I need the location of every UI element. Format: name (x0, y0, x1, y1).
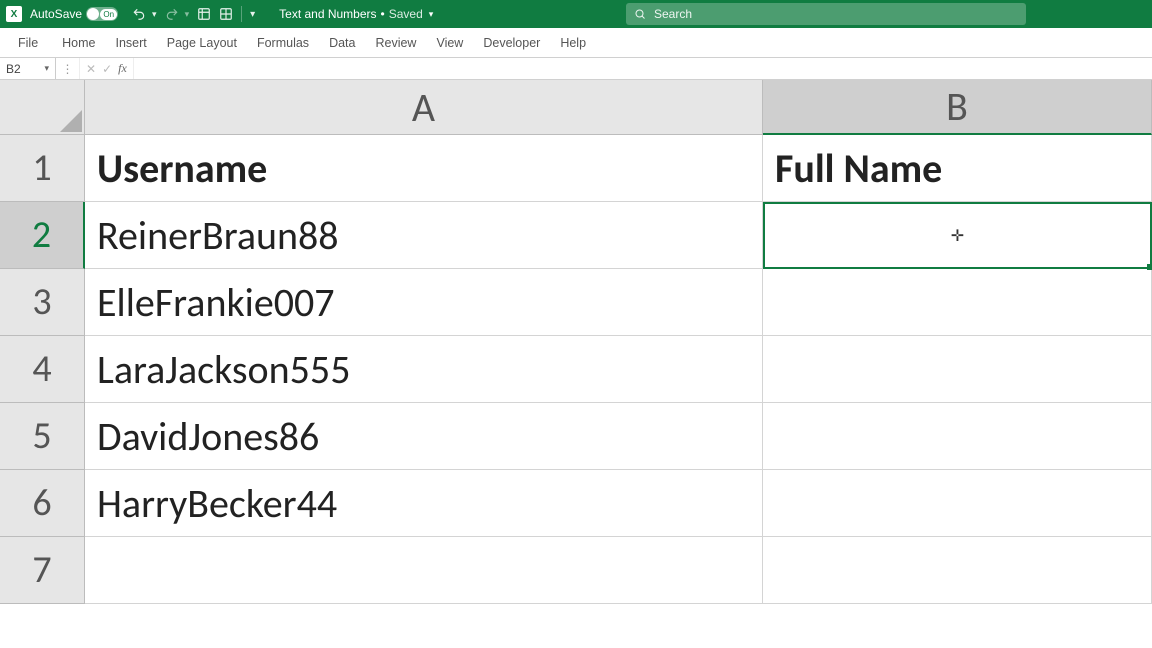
tab-formulas[interactable]: Formulas (247, 28, 319, 57)
qat-button-2[interactable] (219, 7, 233, 21)
qat-button-1[interactable] (197, 7, 211, 21)
column-headers: A B (0, 80, 1152, 135)
qat-customize[interactable]: ▾ (250, 9, 255, 20)
row-header-7[interactable]: 7 (0, 537, 85, 604)
redo-button[interactable] (165, 7, 179, 21)
cell-b7[interactable] (763, 537, 1152, 604)
bullet: • (381, 7, 385, 21)
titlebar: X AutoSave On ▾ ▾ ▾ Text and Numbers • S… (0, 0, 1152, 28)
row-5: 5 DavidJones86 (0, 403, 1152, 470)
cell-a3[interactable]: ElleFrankie007 (85, 269, 763, 336)
search-box[interactable]: Search (626, 3, 1026, 25)
row-4: 4 LaraJackson555 (0, 336, 1152, 403)
cell-b4[interactable] (763, 336, 1152, 403)
cell-a4[interactable]: LaraJackson555 (85, 336, 763, 403)
ribbon-tabs: File Home Insert Page Layout Formulas Da… (0, 28, 1152, 58)
cell-b2[interactable]: ✛ (763, 202, 1152, 269)
row-header-3[interactable]: 3 (0, 269, 85, 336)
cell-a1[interactable]: Username (85, 135, 763, 202)
tab-review[interactable]: Review (365, 28, 426, 57)
name-box-value: B2 (6, 62, 21, 76)
tab-home[interactable]: Home (52, 28, 105, 57)
filename: Text and Numbers (279, 7, 376, 21)
row-3: 3 ElleFrankie007 (0, 269, 1152, 336)
tab-developer[interactable]: Developer (473, 28, 550, 57)
formula-bar-controls: ✕ ✓ fx (80, 58, 134, 79)
cell-a6[interactable]: HarryBecker44 (85, 470, 763, 537)
cell-cursor-icon: ✛ (951, 226, 964, 246)
cell-b3[interactable] (763, 269, 1152, 336)
row-header-5[interactable]: 5 (0, 403, 85, 470)
cancel-icon[interactable]: ✕ (86, 62, 96, 76)
tab-file[interactable]: File (8, 28, 48, 57)
select-all-triangle[interactable] (0, 80, 85, 135)
cell-b5[interactable] (763, 403, 1152, 470)
filename-area[interactable]: Text and Numbers • Saved ▾ (279, 7, 433, 21)
column-header-a[interactable]: A (85, 80, 763, 135)
search-icon (634, 8, 646, 20)
cell-b1[interactable]: Full Name (763, 135, 1152, 202)
row-header-1[interactable]: 1 (0, 135, 85, 202)
filename-dropdown-icon: ▾ (429, 9, 434, 20)
tab-help[interactable]: Help (550, 28, 596, 57)
name-box[interactable]: B2 ▾ (0, 58, 56, 79)
name-box-dropdown-icon: ▾ (44, 63, 49, 74)
save-status: Saved (389, 7, 423, 21)
cell-a2[interactable]: ReinerBraun88 (85, 202, 763, 269)
cell-b6[interactable] (763, 470, 1152, 537)
row-6: 6 HarryBecker44 (0, 470, 1152, 537)
undo-button[interactable] (132, 7, 146, 21)
toggle-knob (87, 8, 99, 20)
fx-icon[interactable]: fx (118, 61, 127, 76)
tab-data[interactable]: Data (319, 28, 365, 57)
excel-app-icon[interactable]: X (6, 6, 22, 22)
spreadsheet-grid: A B 1 Username Full Name 2 ReinerBraun88… (0, 80, 1152, 604)
row-2: 2 ReinerBraun88 ✛ (0, 202, 1152, 269)
row-1: 1 Username Full Name (0, 135, 1152, 202)
row-header-2[interactable]: 2 (0, 202, 85, 269)
cell-a7[interactable] (85, 537, 763, 604)
autosave-label: AutoSave (30, 7, 82, 21)
search-placeholder: Search (654, 7, 692, 21)
row-header-6[interactable]: 6 (0, 470, 85, 537)
row-header-4[interactable]: 4 (0, 336, 85, 403)
tab-view[interactable]: View (426, 28, 473, 57)
autosave-toggle[interactable]: On (86, 7, 118, 21)
column-header-b[interactable]: B (763, 80, 1152, 135)
qat-separator (241, 6, 242, 22)
cell-a5[interactable]: DavidJones86 (85, 403, 763, 470)
enter-icon[interactable]: ✓ (102, 62, 112, 76)
formula-bar-separator: ⋮ (56, 58, 80, 79)
formula-input[interactable] (134, 58, 1152, 79)
redo-dropdown[interactable]: ▾ (185, 9, 190, 20)
formula-bar-row: B2 ▾ ⋮ ✕ ✓ fx (0, 58, 1152, 80)
tab-page-layout[interactable]: Page Layout (157, 28, 247, 57)
undo-dropdown[interactable]: ▾ (152, 9, 157, 20)
tab-insert[interactable]: Insert (106, 28, 157, 57)
row-7: 7 (0, 537, 1152, 604)
